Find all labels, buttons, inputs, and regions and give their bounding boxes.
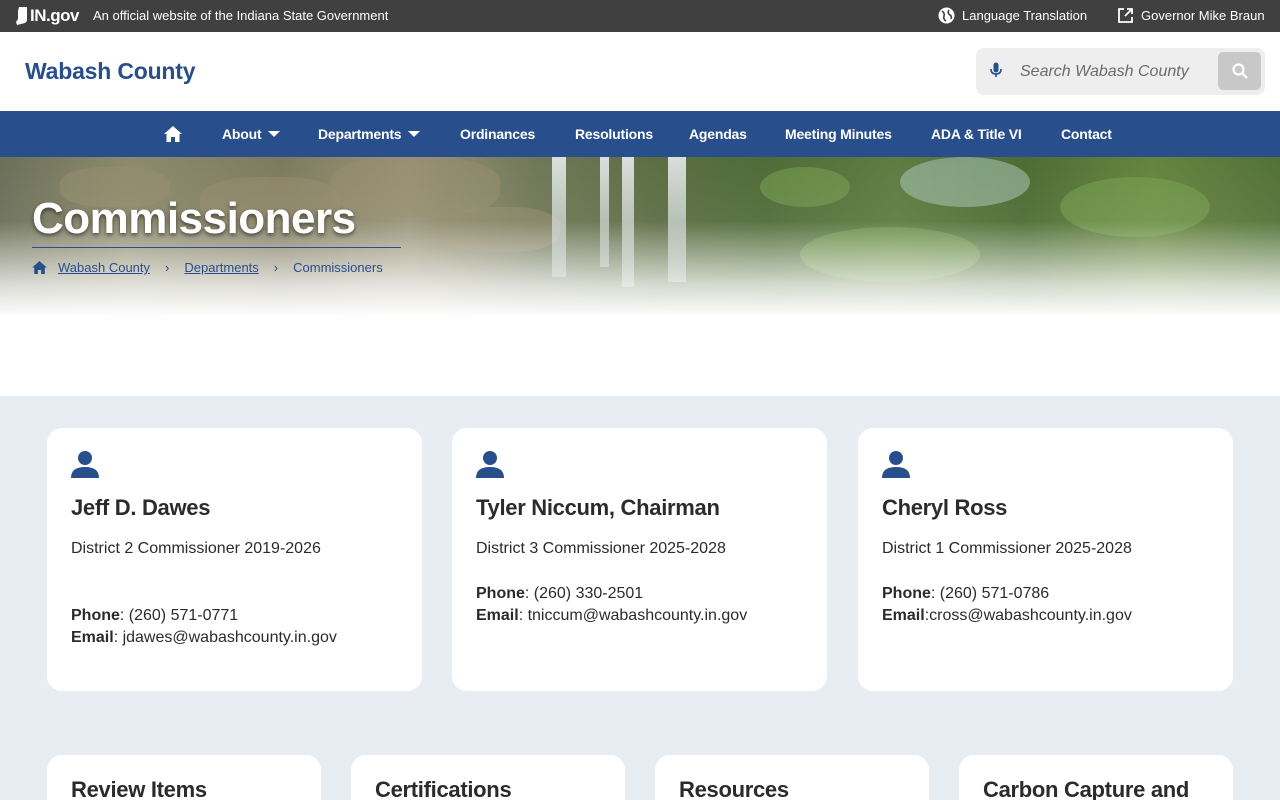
home-icon <box>164 126 182 142</box>
phone-label: Phone <box>476 585 525 602</box>
phone-label: Phone <box>71 607 120 624</box>
person-icon <box>882 451 910 478</box>
search-icon <box>1231 63 1248 79</box>
phone-label: Phone <box>882 585 931 602</box>
nav-ada-title-vi[interactable]: ADA & Title VI <box>931 111 1022 157</box>
resource-card-title: Review Items <box>71 777 207 800</box>
phone-number[interactable]: : (260) 330-2501 <box>525 585 643 602</box>
breadcrumb-wabash-county[interactable]: Wabash County <box>58 260 150 275</box>
email-address[interactable]: : tniccum@wabashcounty.in.gov <box>519 607 748 624</box>
resource-card-title: Resources <box>679 777 789 800</box>
state-bar: IN.gov An official website of the Indian… <box>0 0 1280 32</box>
phone-line: Phone: (260) 571-0771 <box>71 605 337 627</box>
nav-ordinances[interactable]: Ordinances <box>460 111 535 157</box>
phone-number[interactable]: : (260) 571-0771 <box>120 607 238 624</box>
person-icon <box>476 451 504 478</box>
commissioner-card: Cheryl Ross District 1 Commissioner 2025… <box>858 428 1233 691</box>
external-link-icon <box>1118 8 1133 23</box>
commissioner-card: Tyler Niccum, Chairman District 3 Commis… <box>452 428 827 691</box>
title-divider <box>32 247 401 248</box>
chevron-right-icon: › <box>273 260 279 275</box>
hero-banner: Commissioners Wabash County › Department… <box>0 157 1280 317</box>
indiana-logo-icon <box>16 7 27 25</box>
nav-home[interactable] <box>164 111 182 157</box>
breadcrumb-current: Commissioners <box>293 260 383 275</box>
caret-down-icon <box>408 131 421 137</box>
breadcrumb-departments[interactable]: Departments <box>184 260 258 275</box>
ingov-logo[interactable]: IN.gov <box>16 6 79 26</box>
commissioner-name: Jeff D. Dawes <box>71 495 211 520</box>
email-line: Email:cross@wabashcounty.in.gov <box>882 605 1132 627</box>
resource-card-certifications[interactable]: Certifications <box>351 755 625 800</box>
resource-card-carbon-capture[interactable]: Carbon Capture and <box>959 755 1233 800</box>
site-header: Wabash County <box>0 32 1280 111</box>
ingov-logo-text: IN.gov <box>30 6 79 25</box>
resource-card-resources[interactable]: Resources <box>655 755 929 800</box>
microphone-icon[interactable] <box>990 62 1002 79</box>
resource-card-title: Carbon Capture and <box>983 777 1190 800</box>
home-icon[interactable] <box>32 261 47 274</box>
nav-about-label: About <box>222 126 262 142</box>
commissioner-role: District 2 Commissioner 2019-2026 <box>71 540 321 557</box>
email-line: Email: tniccum@wabashcounty.in.gov <box>476 605 747 627</box>
commissioner-contact: Phone: (260) 571-0786 Email:cross@wabash… <box>882 583 1132 627</box>
language-translation-link[interactable]: Language Translation <box>938 7 1087 24</box>
email-address[interactable]: : jdawes@wabashcounty.in.gov <box>114 629 337 646</box>
site-title[interactable]: Wabash County <box>25 58 196 85</box>
email-label: Email <box>476 607 519 624</box>
nav-meeting-minutes[interactable]: Meeting Minutes <box>785 111 892 157</box>
resource-card-review-items[interactable]: Review Items <box>47 755 321 800</box>
search-button[interactable] <box>1218 52 1261 90</box>
commissioner-name: Tyler Niccum, Chairman <box>476 495 720 520</box>
search-input[interactable] <box>1012 56 1192 87</box>
nav-resolutions[interactable]: Resolutions <box>575 111 653 157</box>
commissioner-name: Cheryl Ross <box>882 495 1008 520</box>
nav-agendas[interactable]: Agendas <box>689 111 747 157</box>
nav-about[interactable]: About <box>222 111 281 157</box>
search-box <box>976 48 1265 95</box>
nav-departments[interactable]: Departments <box>318 111 421 157</box>
phone-number[interactable]: : (260) 571-0786 <box>931 585 1049 602</box>
email-label: Email <box>71 629 114 646</box>
phone-line: Phone: (260) 330-2501 <box>476 583 747 605</box>
page-title: Commissioners <box>32 194 356 243</box>
breadcrumb: Wabash County › Departments › Commission… <box>32 260 383 275</box>
email-address[interactable]: :cross@wabashcounty.in.gov <box>925 607 1132 624</box>
commissioner-card: Jeff D. Dawes District 2 Commissioner 20… <box>47 428 422 691</box>
globe-icon <box>938 7 955 24</box>
official-website-text: An official website of the Indiana State… <box>93 8 389 23</box>
commissioner-contact: Phone: (260) 571-0771 Email: jdawes@waba… <box>71 605 337 649</box>
governor-label: Governor Mike Braun <box>1141 8 1265 23</box>
chevron-right-icon: › <box>165 260 170 275</box>
governor-link[interactable]: Governor Mike Braun <box>1117 7 1265 24</box>
nav-contact[interactable]: Contact <box>1061 111 1112 157</box>
commissioner-contact: Phone: (260) 330-2501 Email: tniccum@wab… <box>476 583 747 627</box>
email-label: Email <box>882 607 925 624</box>
phone-line: Phone: (260) 571-0786 <box>882 583 1132 605</box>
resource-card-title: Certifications <box>375 777 512 800</box>
commissioner-role: District 1 Commissioner 2025-2028 <box>882 540 1132 557</box>
nav-departments-label: Departments <box>318 126 402 142</box>
main-nav: About Departments Ordinances Resolutions… <box>0 111 1280 157</box>
email-line: Email: jdawes@wabashcounty.in.gov <box>71 627 337 649</box>
commissioner-role: District 3 Commissioner 2025-2028 <box>476 540 726 557</box>
language-translation-label: Language Translation <box>962 8 1088 23</box>
caret-down-icon <box>268 131 281 137</box>
person-icon <box>71 451 99 478</box>
